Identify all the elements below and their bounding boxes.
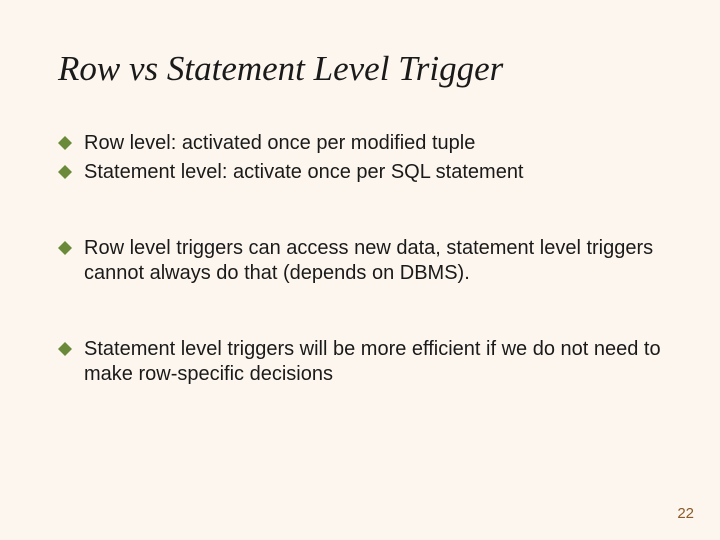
diamond-bullet-icon	[58, 241, 72, 255]
bullet-text: Statement level: activate once per SQL s…	[84, 160, 662, 186]
bullet-item: Statement level triggers will be more ef…	[58, 337, 662, 388]
slide-title: Row vs Statement Level Trigger	[58, 50, 662, 89]
bullet-text: Row level triggers can access new data, …	[84, 236, 662, 287]
diamond-bullet-icon	[58, 136, 72, 150]
diamond-bullet-icon	[58, 342, 72, 356]
bullet-text: Row level: activated once per modified t…	[84, 131, 662, 157]
bullet-item: Row level: activated once per modified t…	[58, 131, 662, 157]
bullet-list: Row level: activated once per modified t…	[58, 131, 662, 389]
slide-content: Row vs Statement Level Trigger Row level…	[0, 0, 720, 388]
diamond-bullet-icon	[58, 165, 72, 179]
page-number: 22	[677, 505, 694, 522]
bullet-text: Statement level triggers will be more ef…	[84, 337, 662, 388]
bullet-item: Statement level: activate once per SQL s…	[58, 160, 662, 186]
bullet-item: Row level triggers can access new data, …	[58, 236, 662, 287]
